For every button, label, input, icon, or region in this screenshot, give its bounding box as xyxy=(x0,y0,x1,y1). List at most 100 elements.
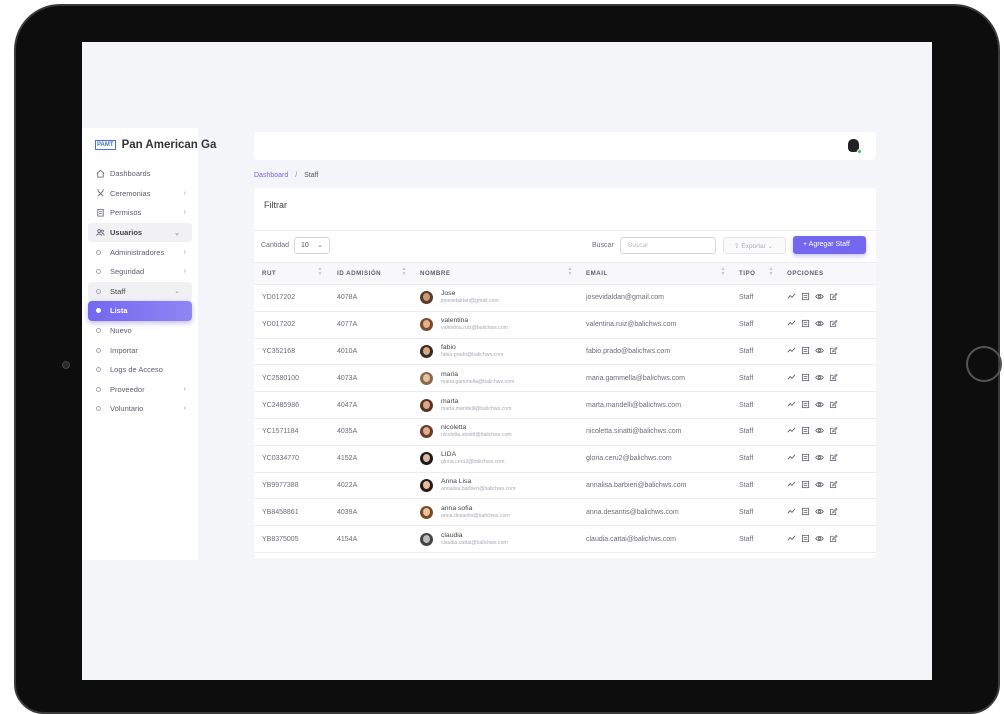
eye-icon[interactable] xyxy=(815,292,824,303)
activity-chart-icon[interactable] xyxy=(787,373,796,384)
activity-chart-icon[interactable] xyxy=(787,400,796,411)
activity-chart-icon[interactable] xyxy=(787,480,796,491)
edit-icon[interactable] xyxy=(829,319,838,330)
column-header-tipo[interactable]: TIPO ▲ ▼ xyxy=(732,262,780,285)
cell-opciones xyxy=(780,364,876,393)
list-details-icon[interactable] xyxy=(801,507,810,518)
list-details-icon[interactable] xyxy=(801,319,810,330)
home-icon xyxy=(95,169,105,179)
cell-opciones xyxy=(780,311,876,339)
sidebar-item-nuevo[interactable]: Nuevo xyxy=(82,321,198,341)
home-button[interactable] xyxy=(966,346,1002,382)
sort-icon: ▲ ▼ xyxy=(567,266,573,277)
list-details-icon[interactable] xyxy=(801,426,810,437)
page-size-select[interactable]: 10 ⌄ xyxy=(294,237,330,254)
cell-tipo: Staff xyxy=(732,391,780,419)
sidebar-item-label: Ceremonias xyxy=(110,188,151,198)
activity-chart-icon[interactable] xyxy=(787,292,796,303)
avatar xyxy=(420,452,433,466)
cell-nombre: valentina valentina.ruiz@balichws.com xyxy=(413,311,579,339)
sidebar-item-label: Logs de Acceso xyxy=(110,365,163,375)
sidebar-item-label: Voluntario xyxy=(110,404,144,414)
column-header-nombre[interactable]: NOMBRE ▲ ▼ xyxy=(413,262,579,285)
column-header-id[interactable]: ID ADMISIÓN ▲ ▼ xyxy=(329,262,413,285)
person-cell: nicoletta nicoletta.sinatti@balichws.com xyxy=(420,424,579,439)
person-email: gloria.ceru2@balichws.com xyxy=(441,459,505,466)
edit-icon[interactable] xyxy=(829,373,838,384)
activity-chart-icon[interactable] xyxy=(787,319,796,330)
sidebar-item-dashboards[interactable]: Dashboards xyxy=(82,164,198,184)
sort-icon: ▲ ▼ xyxy=(768,266,774,277)
sidebar-item-staff[interactable]: Staff ⌄ xyxy=(88,281,192,302)
column-header-email[interactable]: EMAIL ▲ ▼ xyxy=(579,262,732,285)
cell-opciones xyxy=(780,338,876,366)
edit-icon[interactable] xyxy=(829,400,838,411)
person-cell: Anna Lisa annalisa.barbieri@balichws.com xyxy=(420,478,579,493)
edit-icon[interactable] xyxy=(829,507,838,518)
eye-icon[interactable] xyxy=(815,373,824,384)
sidebar-item-importar[interactable]: Importar xyxy=(82,340,198,360)
edit-icon[interactable] xyxy=(829,346,838,357)
brand[interactable]: PAMT Pan American Ga xyxy=(82,132,216,158)
sidebar-item-administradores[interactable]: Administradores › xyxy=(82,242,198,262)
edit-icon[interactable] xyxy=(829,292,838,303)
cell-tipo: Staff xyxy=(732,472,780,500)
person-email: josevidaldan@gmail.com xyxy=(441,298,499,305)
sidebar-item-lista[interactable]: Lista xyxy=(88,301,192,321)
person-name: nicoletta xyxy=(441,424,467,432)
cell-tipo: Staff xyxy=(732,284,780,312)
person-email: marta.mandelli@balichws.com xyxy=(441,405,512,412)
person-cell: Jose josevidaldan@gmail.com xyxy=(420,290,579,305)
breadcrumb-dashboard-link[interactable]: Dashboard xyxy=(254,172,288,179)
sidebar-item-voluntario[interactable]: Voluntario › xyxy=(82,399,198,419)
app-screen: PAMT Pan American Ga Dashboards Ceremoni… xyxy=(82,42,932,680)
eye-icon[interactable] xyxy=(815,426,824,437)
eye-icon[interactable] xyxy=(815,453,824,464)
row-actions xyxy=(787,480,876,491)
sidebar-item-ceremonias[interactable]: Ceremonias › xyxy=(82,184,198,204)
list-details-icon[interactable] xyxy=(801,373,810,384)
activity-chart-icon[interactable] xyxy=(787,346,796,357)
list-details-icon[interactable] xyxy=(801,534,810,545)
eye-icon[interactable] xyxy=(815,346,824,357)
eye-icon[interactable] xyxy=(815,319,824,330)
edit-icon[interactable] xyxy=(829,534,838,545)
eye-icon[interactable] xyxy=(815,507,824,518)
eye-icon[interactable] xyxy=(815,534,824,545)
chevron-icon: › xyxy=(183,209,186,217)
sidebar-item-permisos[interactable]: Permisos › xyxy=(82,203,198,223)
search-input[interactable]: Buscar xyxy=(620,237,716,254)
user-avatar[interactable] xyxy=(845,137,862,154)
person-cell: fabio fabio.prado@balichws.com xyxy=(420,344,579,359)
export-button[interactable]: ⇪ Exportar ⌄ xyxy=(723,237,786,254)
eye-icon[interactable] xyxy=(815,400,824,411)
list-details-icon[interactable] xyxy=(801,292,810,303)
edit-icon[interactable] xyxy=(829,480,838,491)
column-header-rut[interactable]: RUT ▲ ▼ xyxy=(254,262,329,285)
person-cell: LIDA gloria.ceru2@balichws.com xyxy=(420,451,579,466)
activity-chart-icon[interactable] xyxy=(787,534,796,545)
activity-chart-icon[interactable] xyxy=(787,453,796,464)
activity-chart-icon[interactable] xyxy=(787,426,796,437)
circle-icon xyxy=(96,386,101,392)
edit-icon[interactable] xyxy=(829,453,838,464)
list-details-icon[interactable] xyxy=(801,453,810,464)
sidebar-item-logs-de-acceso[interactable]: Logs de Acceso xyxy=(82,360,198,380)
table-row: YB9977388 4022A Anna Lisa annalisa.barbi… xyxy=(254,472,876,500)
list-details-icon[interactable] xyxy=(801,480,810,491)
page-size-value: 10 xyxy=(301,242,309,249)
list-details-icon[interactable] xyxy=(801,346,810,357)
activity-chart-icon[interactable] xyxy=(787,507,796,518)
add-staff-button[interactable]: + Agregar Staff xyxy=(793,236,866,254)
eye-icon[interactable] xyxy=(815,480,824,491)
cell-opciones xyxy=(780,418,876,446)
person-name: maria xyxy=(441,370,458,378)
person-name: Jose xyxy=(441,290,456,298)
list-details-icon[interactable] xyxy=(801,400,810,411)
row-actions xyxy=(787,346,876,357)
table-row: YC2485986 4047A marta marta.mandelli@bal… xyxy=(254,391,876,419)
edit-icon[interactable] xyxy=(829,426,838,437)
sidebar-item-usuarios[interactable]: Usuarios ⌄ xyxy=(88,222,192,243)
sidebar-item-proveedor[interactable]: Proveedor › xyxy=(82,380,198,400)
sidebar-item-seguridad[interactable]: Seguridad › xyxy=(82,262,198,282)
